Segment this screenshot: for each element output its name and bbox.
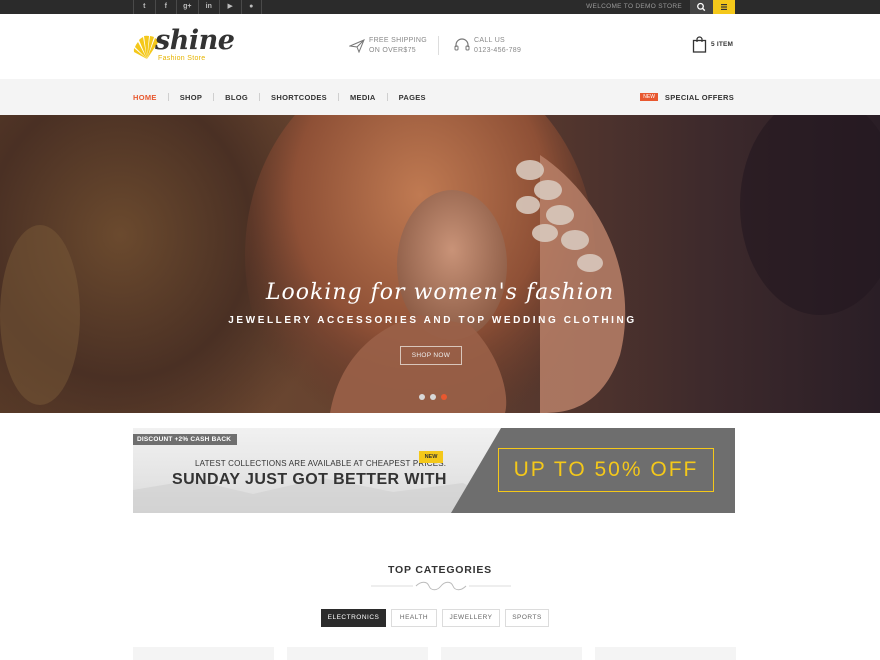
header-divider bbox=[438, 36, 439, 55]
banner-line1: LATEST COLLECTIONS ARE AVAILABLE AT CHEA… bbox=[195, 459, 447, 468]
twitter-icon[interactable]: t bbox=[133, 0, 155, 14]
hamburger-icon bbox=[721, 4, 727, 10]
cart-count: 5 ITEM bbox=[711, 41, 734, 48]
nav-shop[interactable]: SHOP bbox=[180, 93, 202, 102]
banner-headline: SUNDAY JUST GOT BETTER WITH bbox=[172, 471, 447, 488]
hero-title: Looking for women's fashion bbox=[265, 280, 615, 305]
hero-subtitle: JEWELLERY ACCESSORIES AND TOP WEDDING CL… bbox=[228, 315, 637, 326]
search-icon bbox=[697, 2, 706, 12]
banner-offer: UP TO 50% OFF bbox=[498, 448, 714, 492]
rss-icon[interactable]: ● bbox=[240, 0, 262, 14]
slider-dots bbox=[419, 394, 452, 400]
shipping-line2: ON OVER$75 bbox=[369, 46, 416, 54]
nav-shortcodes[interactable]: SHORTCODES bbox=[271, 93, 327, 102]
logo-wordmark: shine bbox=[155, 25, 235, 56]
nav-pages[interactable]: PAGES bbox=[399, 93, 426, 102]
ornament-divider bbox=[371, 581, 511, 591]
nav-separator bbox=[259, 93, 261, 101]
call-phone: 0123-456-789 bbox=[474, 46, 522, 54]
special-offers-label: SPECIAL OFFERS bbox=[664, 92, 734, 102]
nav-separator bbox=[386, 93, 388, 101]
promo-banner[interactable]: DISCOUNT +2% CASH BACK LATEST COLLECTION… bbox=[133, 428, 735, 513]
facebook-icon[interactable]: f bbox=[154, 0, 177, 14]
top-bar: t f g+ in ▶ ● WELCOME TO DEMO STORE bbox=[0, 0, 880, 14]
logo-tagline: Fashion Store bbox=[158, 55, 206, 62]
headset-icon bbox=[454, 38, 470, 51]
tab-electronics[interactable]: ELECTRONICS bbox=[321, 609, 386, 627]
google-plus-icon[interactable]: g+ bbox=[176, 0, 198, 14]
linkedin-icon[interactable]: in bbox=[197, 0, 220, 14]
discount-tag: DISCOUNT +2% CASH BACK bbox=[133, 434, 238, 445]
section-title: TOP CATEGORIES bbox=[388, 564, 492, 576]
youtube-icon[interactable]: ▶ bbox=[219, 0, 241, 14]
hero-slider: Looking for women's fashion JEWELLERY AC… bbox=[0, 115, 880, 413]
nav-home[interactable]: HOME bbox=[133, 93, 157, 102]
nav-blog[interactable]: BLOG bbox=[225, 93, 248, 102]
call-line1: CALL US bbox=[474, 37, 506, 44]
nav-separator bbox=[213, 93, 215, 101]
logo[interactable]: shine Fashion Store bbox=[133, 25, 235, 67]
product-card[interactable] bbox=[133, 647, 274, 660]
hero-photo bbox=[0, 115, 880, 413]
nav-media[interactable]: MEDIA bbox=[350, 93, 376, 102]
tab-jewellery[interactable]: JEWELLERY bbox=[442, 609, 500, 627]
social-links: t f g+ in ▶ ● bbox=[133, 0, 262, 14]
product-card[interactable] bbox=[441, 647, 582, 660]
new-badge: NEW bbox=[640, 93, 658, 101]
main-nav: HOME SHOP BLOG SHORTCODES MEDIA PAGES NE… bbox=[0, 79, 880, 115]
category-tabs: ELECTRONICS HEALTH JEWELLERY SPORTS bbox=[321, 609, 554, 627]
product-cards bbox=[133, 647, 749, 660]
special-offers-link[interactable]: NEW SPECIAL OFFERS bbox=[640, 79, 734, 115]
shop-now-button[interactable]: SHOP NOW bbox=[400, 346, 462, 365]
site-header: shine Fashion Store FREE SHIPPING ON OVE… bbox=[0, 14, 880, 79]
shipping-line1: FREE SHIPPING bbox=[369, 37, 427, 44]
slider-dot[interactable] bbox=[419, 394, 425, 400]
welcome-text: WELCOME TO DEMO STORE bbox=[586, 3, 682, 10]
banner-new-badge: NEW bbox=[419, 451, 443, 463]
plane-icon bbox=[349, 39, 365, 53]
product-card[interactable] bbox=[595, 647, 736, 660]
nav-separator bbox=[167, 93, 169, 101]
tab-health[interactable]: HEALTH bbox=[391, 609, 437, 627]
slider-dot[interactable] bbox=[430, 394, 436, 400]
product-card[interactable] bbox=[287, 647, 428, 660]
cart-button[interactable]: 5 ITEM bbox=[692, 36, 733, 58]
menu-button[interactable] bbox=[713, 0, 735, 14]
search-button[interactable] bbox=[690, 0, 713, 14]
shopping-bag-icon bbox=[692, 36, 707, 53]
nav-separator bbox=[337, 93, 339, 101]
slider-dot-active[interactable] bbox=[441, 394, 447, 400]
tab-sports[interactable]: SPORTS bbox=[505, 609, 549, 627]
